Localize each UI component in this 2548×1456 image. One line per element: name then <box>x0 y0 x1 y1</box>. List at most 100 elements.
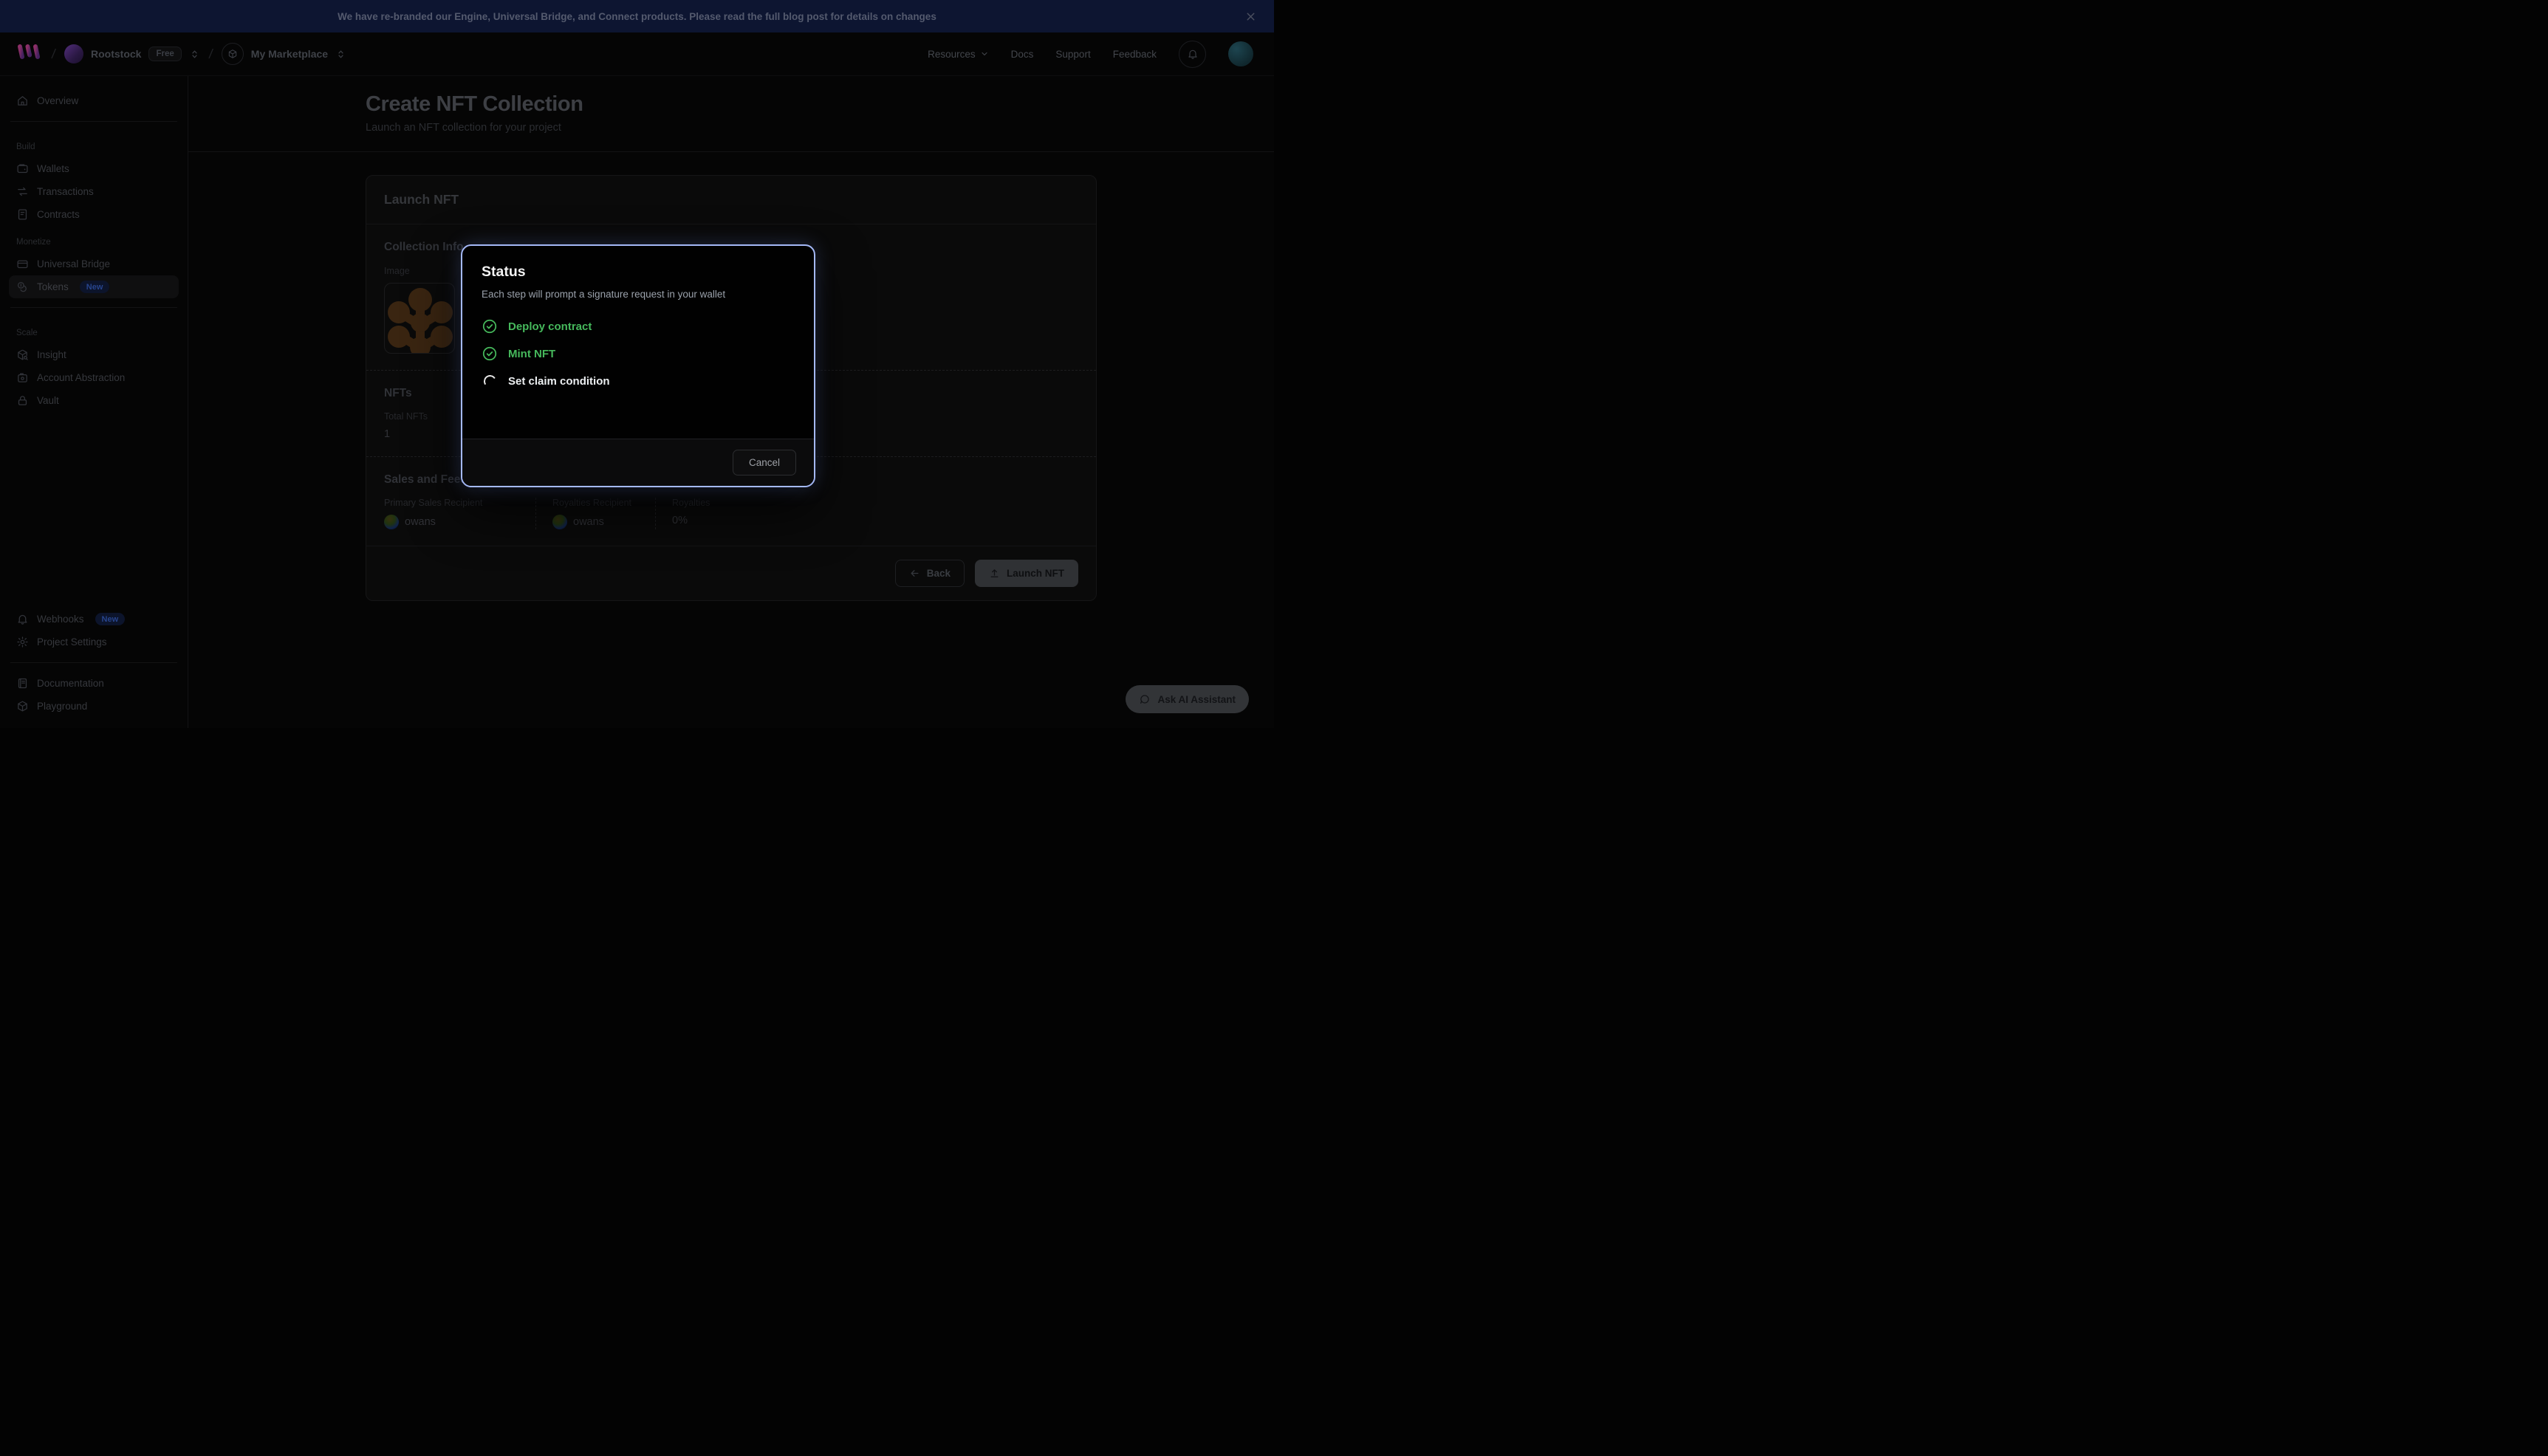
sidebar-item-documentation[interactable]: Documentation <box>9 672 179 695</box>
bell-icon <box>16 613 29 625</box>
chat-bubble-icon <box>1139 693 1151 705</box>
total-nfts-label: Total NFTs <box>384 411 452 422</box>
nav-feedback[interactable]: Feedback <box>1113 49 1157 60</box>
recipient-avatar <box>384 515 399 529</box>
account-avatar[interactable] <box>1228 41 1253 66</box>
upload-icon <box>989 568 1000 579</box>
announcement-text: We have re-branded our Engine, Universal… <box>338 11 936 22</box>
sidebar-item-label: Contracts <box>37 209 80 220</box>
account-abstraction-icon <box>16 371 29 384</box>
gear-icon <box>16 636 29 648</box>
page-title: Create NFT Collection <box>366 92 1097 117</box>
nav-docs[interactable]: Docs <box>1011 49 1034 60</box>
project-switcher-chevrons-icon[interactable] <box>189 49 200 60</box>
step-set-claim-condition: Set claim condition <box>482 373 795 389</box>
wallet-icon <box>16 162 29 175</box>
sidebar-item-webhooks[interactable]: Webhooks New <box>9 608 179 631</box>
sidebar-item-insight[interactable]: Insight <box>9 343 179 366</box>
project-avatar[interactable] <box>64 44 83 63</box>
modal-title: Status <box>482 264 795 281</box>
sidebar: Overview Build Wallets Transactions Cont… <box>0 76 188 728</box>
close-icon[interactable] <box>1243 9 1258 24</box>
modal-description: Each step will prompt a signature reques… <box>482 289 795 300</box>
sidebar-item-wallets[interactable]: Wallets <box>9 157 179 180</box>
chevron-down-icon <box>980 49 989 58</box>
sidebar-item-playground[interactable]: Playground <box>9 695 179 718</box>
lock-icon <box>16 394 29 407</box>
thirdweb-logo-icon[interactable] <box>16 44 43 64</box>
breadcrumb-separator: / <box>49 47 58 62</box>
notifications-button[interactable] <box>1179 41 1206 68</box>
sidebar-item-universal-bridge[interactable]: Universal Bridge <box>9 253 179 275</box>
sidebar-section-build: Build <box>9 142 179 151</box>
cancel-button[interactable]: Cancel <box>733 450 796 475</box>
sidebar-item-label: Account Abstraction <box>37 372 125 383</box>
sidebar-item-vault[interactable]: Vault <box>9 389 179 412</box>
divider <box>10 121 177 122</box>
sidebar-item-label: Tokens <box>37 281 69 292</box>
back-button[interactable]: Back <box>895 560 965 587</box>
project-name[interactable]: Rootstock <box>91 48 141 60</box>
step-deploy-contract: Deploy contract <box>482 318 795 334</box>
cube-icon <box>16 700 29 712</box>
cube-icon <box>222 43 244 65</box>
launch-nft-button[interactable]: Launch NFT <box>975 560 1078 587</box>
breadcrumb-separator: / <box>206 47 215 62</box>
sidebar-item-account-abstraction[interactable]: Account Abstraction <box>9 366 179 389</box>
recipient-avatar <box>552 515 567 529</box>
total-nfts-value: 1 <box>384 428 452 440</box>
contract-icon <box>16 208 29 221</box>
plan-badge: Free <box>148 47 181 61</box>
royalties-value: 0% <box>672 515 1064 526</box>
home-icon <box>16 95 29 107</box>
insight-box-icon <box>16 348 29 361</box>
sidebar-item-overview[interactable]: Overview <box>9 89 179 112</box>
divider <box>10 662 177 663</box>
sidebar-item-label: Transactions <box>37 186 94 197</box>
app-screen: We have re-branded our Engine, Universal… <box>0 0 1274 728</box>
arrow-left-icon <box>909 568 920 579</box>
collection-image-thumbnail <box>384 283 455 354</box>
check-circle-icon <box>482 318 498 334</box>
sidebar-item-contracts[interactable]: Contracts <box>9 203 179 226</box>
breadcrumb: / Rootstock Free / My Marketplace <box>16 43 346 65</box>
header-nav: Resources Docs Support Feedback <box>928 41 1253 68</box>
primary-sales-recipient-label: Primary Sales Recipient <box>384 498 521 508</box>
team-scope-name[interactable]: My Marketplace <box>251 48 328 60</box>
card-title: Launch NFT <box>384 192 1078 207</box>
book-icon <box>16 677 29 690</box>
sidebar-section-monetize: Monetize <box>9 238 179 247</box>
primary-sales-recipient-value: owans <box>384 515 521 529</box>
sidebar-item-label: Documentation <box>37 678 104 689</box>
sidebar-item-label: Insight <box>37 349 66 360</box>
sidebar-item-label: Vault <box>37 395 59 406</box>
sidebar-item-label: Webhooks <box>37 614 84 625</box>
new-badge: New <box>80 281 110 293</box>
check-circle-icon <box>482 346 498 362</box>
sidebar-item-label: Project Settings <box>37 636 107 648</box>
sidebar-item-project-settings[interactable]: Project Settings <box>9 631 179 653</box>
coins-icon <box>16 281 29 293</box>
royalties-recipient-label: Royalties Recipient <box>552 498 640 508</box>
sidebar-item-label: Playground <box>37 701 87 712</box>
sidebar-item-label: Universal Bridge <box>37 258 110 269</box>
spinner-icon <box>482 373 498 389</box>
scope-switcher-chevrons-icon[interactable] <box>335 49 346 60</box>
new-badge: New <box>95 613 126 625</box>
status-modal: Status Each step will prompt a signature… <box>461 244 815 487</box>
bridge-card-icon <box>16 258 29 270</box>
ask-ai-assistant-button[interactable]: Ask AI Assistant <box>1126 685 1249 713</box>
divider <box>10 307 177 308</box>
sidebar-item-tokens[interactable]: Tokens New <box>9 275 179 298</box>
page-subtitle: Launch an NFT collection for your projec… <box>366 122 1097 134</box>
nav-resources[interactable]: Resources <box>928 49 989 60</box>
announcement-banner: We have re-branded our Engine, Universal… <box>0 0 1274 32</box>
bell-icon <box>1187 48 1199 60</box>
transactions-icon <box>16 185 29 198</box>
divider <box>188 151 1274 152</box>
card-footer: Back Launch NFT <box>366 546 1096 600</box>
sidebar-section-scale: Scale <box>9 329 179 337</box>
nav-support[interactable]: Support <box>1055 49 1090 60</box>
sidebar-item-transactions[interactable]: Transactions <box>9 180 179 203</box>
royalties-recipient-value: owans <box>552 515 640 529</box>
